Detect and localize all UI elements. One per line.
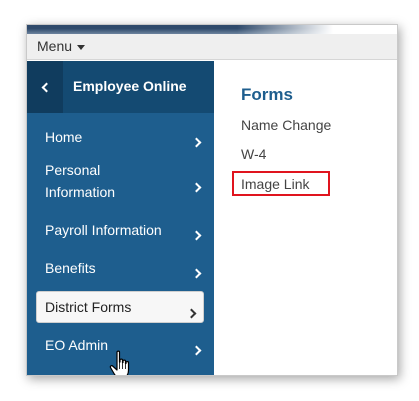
sidebar-item-label: EO Admin: [45, 337, 109, 353]
sidebar-header: Employee Online: [27, 61, 214, 113]
chevron-left-icon: [41, 82, 52, 92]
sidebar-item-label: District Forms: [45, 299, 132, 315]
main-content: Forms Name Change W-4 Image Link: [214, 61, 397, 375]
menu-bar: Menu: [27, 34, 397, 60]
sidebar: Employee Online Home Personal Informatio…: [27, 61, 214, 375]
caret-down-icon: [77, 44, 86, 50]
menu-button[interactable]: Menu: [37, 38, 86, 54]
form-link-w4[interactable]: W-4: [241, 146, 266, 162]
highlight-box: [232, 171, 330, 196]
app-window: Menu Employee Online Home Personal Infor…: [26, 24, 398, 376]
sidebar-item-label: Personal Information: [45, 162, 116, 200]
hand-cursor-icon: [109, 350, 130, 375]
sidebar-item-benefits[interactable]: Benefits: [27, 254, 214, 282]
back-button[interactable]: [27, 61, 63, 113]
page-title: Forms: [241, 85, 293, 104]
sidebar-title: Employee Online: [73, 78, 187, 94]
chevron-right-icon: [191, 268, 202, 279]
chevron-right-icon: [191, 182, 202, 193]
sidebar-item-payroll-information[interactable]: Payroll Information: [27, 216, 214, 244]
menu-label: Menu: [37, 38, 73, 54]
sidebar-item-personal-information[interactable]: Personal Information: [27, 157, 214, 207]
chevron-right-icon: [191, 230, 202, 241]
sidebar-item-label: Payroll Information: [45, 222, 162, 238]
sidebar-item-district-forms[interactable]: District Forms: [36, 291, 204, 323]
sidebar-item-label: Home: [45, 129, 83, 145]
form-link-name-change[interactable]: Name Change: [241, 117, 331, 133]
sidebar-item-home[interactable]: Home: [27, 123, 214, 151]
chevron-right-icon: [186, 308, 197, 319]
sidebar-item-label: Benefits: [45, 260, 96, 276]
top-accent-bar: [27, 25, 397, 34]
chevron-right-icon: [191, 137, 202, 148]
chevron-right-icon: [191, 345, 202, 356]
